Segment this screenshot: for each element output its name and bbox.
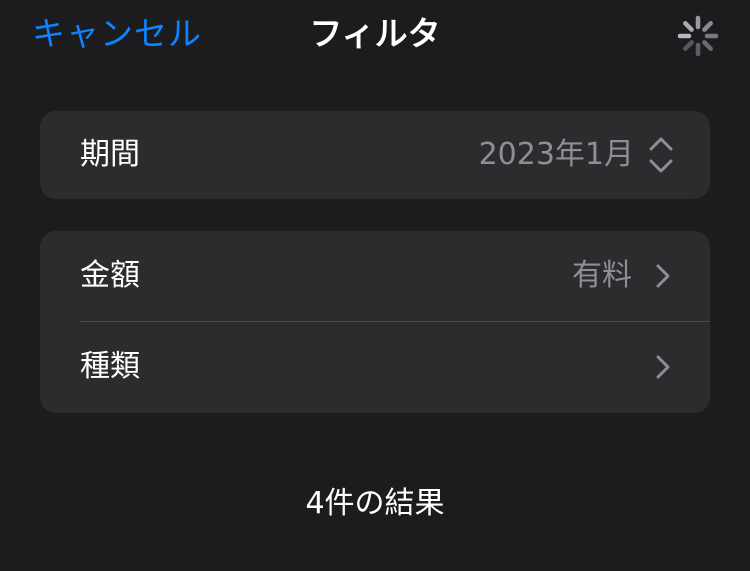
type-label: 種類 (80, 349, 140, 384)
period-label: 期間 (80, 137, 140, 172)
chevron-right-icon (656, 264, 670, 288)
activity-spinner-icon (677, 15, 719, 57)
filters-card: 金額 有料 種類 (40, 231, 710, 413)
period-card: 期間 2023年1月 (40, 111, 710, 199)
amount-value: 有料 (572, 258, 632, 293)
type-row[interactable]: 種類 (40, 322, 710, 412)
chevron-up-down-icon (649, 137, 673, 173)
page-title: フィルタ (309, 14, 441, 53)
period-row[interactable]: 期間 2023年1月 (40, 111, 710, 199)
chevron-right-icon (656, 355, 670, 379)
navigation-bar: キャンセル フィルタ (0, 0, 750, 72)
period-value: 2023年1月 (478, 137, 634, 172)
amount-label: 金額 (80, 258, 140, 293)
results-count: 4件の結果 (305, 486, 445, 521)
amount-row[interactable]: 金額 有料 (40, 231, 710, 321)
